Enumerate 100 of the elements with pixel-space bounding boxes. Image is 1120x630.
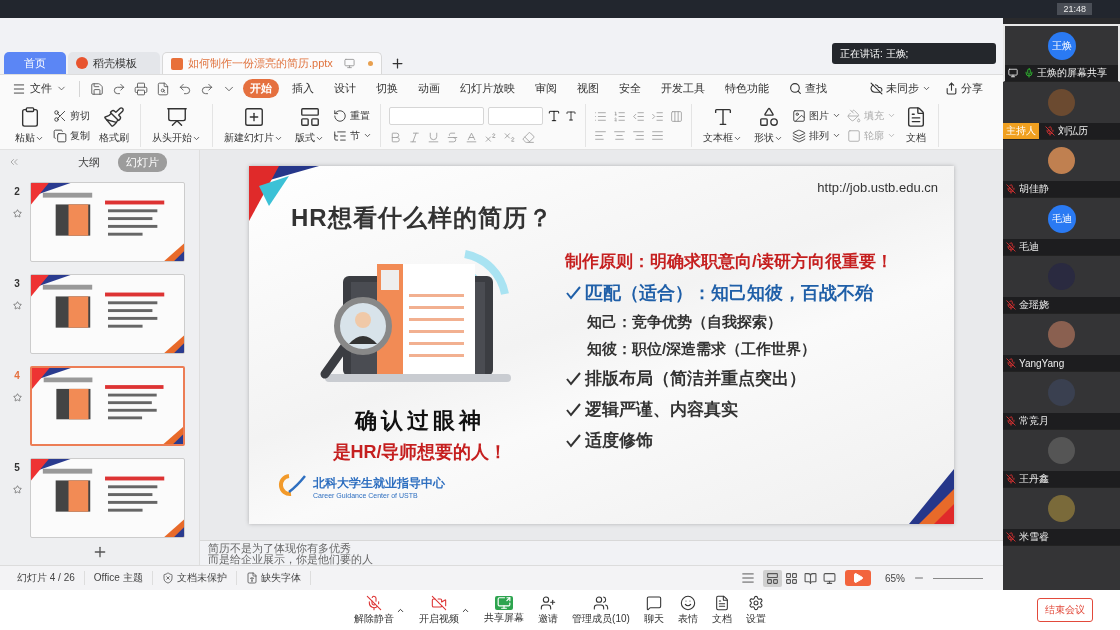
save-icon[interactable] [90,81,104,96]
star-icon [12,301,22,310]
document-icon [905,106,927,128]
meeting-button[interactable]: 聊天 [643,594,664,626]
participant-tile[interactable]: 毛迪 毛迪 [1003,198,1120,256]
chat-icon [645,594,662,611]
ribbon-button[interactable]: 新建幻灯片 [221,104,286,147]
check-icon [565,371,581,386]
meeting-button[interactable]: 共享屏幕 [484,595,525,625]
redo-icon[interactable] [200,81,214,96]
meeting-button[interactable]: 表情 [677,594,698,626]
end-meeting-button[interactable]: 结束会议 [1037,598,1093,622]
sync-button[interactable]: 未同步 [868,81,933,96]
indent-icon [651,109,664,123]
print-icon[interactable] [134,81,148,96]
star-icon [12,485,22,494]
ribbon-button[interactable]: 排列 [792,128,841,143]
panel-tab[interactable]: 大纲 [70,152,108,172]
document-tab[interactable]: 稻壳模板 [68,52,160,74]
meeting-button[interactable]: 邀请 [538,594,559,626]
participant-tile[interactable]: 主持人 刘弘历 [1003,82,1120,140]
ribbon-button[interactable]: 形状 [751,104,786,147]
grid-view-icon [785,571,798,585]
participant-tile[interactable] [1003,546,1120,590]
ribbon-tab[interactable]: 特色功能 [718,79,776,98]
ribbon-button[interactable]: 复制 [53,128,90,143]
share-button[interactable]: 分享 [943,81,985,96]
align-right-icon [632,128,645,142]
sub-point: 知彼：职位/深造需求（工作世界） [586,340,818,359]
repeat-icon[interactable] [112,81,126,96]
align-left-icon [594,128,607,142]
shrink-font-icon [565,110,577,122]
ribbon-button[interactable]: 图片 [792,108,841,123]
ribbon-tab[interactable]: 切换 [369,79,405,98]
meeting-button[interactable]: 文档 [711,594,732,626]
ribbon-button[interactable]: 文档 [902,104,930,147]
outline-icon [847,128,861,143]
slide-number: 3 [14,278,20,289]
slide-title: HR想看什么样的简历？ [291,203,553,233]
outdent-icon [632,109,645,123]
slide-thumbnail[interactable] [30,458,185,538]
reading-view-icon [804,571,817,585]
align-center-icon [613,128,626,142]
font-name-field[interactable] [389,107,484,125]
photo-placeholder [1048,437,1075,464]
participant-tile[interactable]: 王丹鑫 [1003,430,1120,488]
undo-icon[interactable] [178,81,192,96]
missing-fonts-button[interactable]: 缺失字体 [236,571,311,585]
view-mode-button[interactable] [763,569,782,587]
participant-name: 米雪睿 [1019,530,1049,544]
meeting-button[interactable]: 设置 [745,594,766,626]
participant-tile[interactable]: 胡佳静 [1003,140,1120,198]
photo-placeholder [1048,379,1075,406]
participant-tile[interactable]: 金瑶娆 [1003,256,1120,314]
avatar: 王焕 [1047,31,1076,60]
participant-tile[interactable]: 常竞月 [1003,372,1120,430]
font-size-field[interactable] [488,107,543,125]
ribbon-tab[interactable]: 幻灯片放映 [453,79,522,98]
ribbon-tab[interactable]: 审阅 [528,79,564,98]
website-url: http://job.ustb.edu.cn [817,180,938,195]
search-button[interactable]: 查找 [787,81,829,96]
ribbon-button[interactable]: 粘贴 [12,104,47,147]
file-menu[interactable]: 文件 [8,81,71,96]
document-icon [713,594,730,611]
bullet-point: 排版布局（简洁并重点突出） [565,367,938,390]
presentation-file-icon [171,57,183,70]
ribbon-button[interactable]: 版式 [292,104,327,147]
ribbon-tab[interactable]: 插入 [285,79,321,98]
ribbon-button[interactable]: 重置 [333,108,372,123]
meeting-button[interactable]: 开启视频 [419,594,460,626]
grow-font-icon [547,109,561,123]
ribbon-button[interactable]: 文本框 [700,104,745,147]
participant-tile[interactable]: 米雪睿 [1003,488,1120,546]
ribbon-button[interactable]: 剪切 [53,108,90,123]
slide-thumbnail[interactable] [30,182,185,262]
play-button[interactable] [845,570,871,586]
preview-icon[interactable] [156,81,170,96]
ribbon-tab[interactable]: 安全 [612,79,648,98]
ribbon-tab[interactable]: 设计 [327,79,363,98]
protection-status[interactable]: 文档未保护 [152,571,237,585]
ribbon-button[interactable]: 格式刷 [96,104,132,147]
participant-tile[interactable]: 王焕 王焕的屏幕共享 [1003,24,1120,82]
participant-tile[interactable]: YangYang [1003,314,1120,372]
slide-counter: 幻灯片 4 / 26 [8,571,85,585]
clock: 21:48 [1057,3,1092,15]
slide-thumbnail[interactable] [30,366,185,446]
ribbon-tab[interactable]: 动画 [411,79,447,98]
slide-thumbnail[interactable] [30,274,185,354]
meeting-button[interactable]: 管理成员(10) [572,594,630,626]
strikethrough-icon [446,131,459,144]
ribbon-button[interactable]: 从头开始 [149,104,204,147]
slide-number: 2 [14,186,20,197]
justify-icon [651,128,664,142]
ribbon-tab[interactable]: 开发工具 [654,79,712,98]
avatar: 毛迪 [1047,204,1076,233]
add-user-icon [540,594,557,611]
ribbon-tab[interactable]: 视图 [570,79,606,98]
meeting-button[interactable]: 解除静音 [354,594,395,626]
ribbon-button[interactable]: 节 [333,128,372,143]
brush-icon [103,106,125,128]
